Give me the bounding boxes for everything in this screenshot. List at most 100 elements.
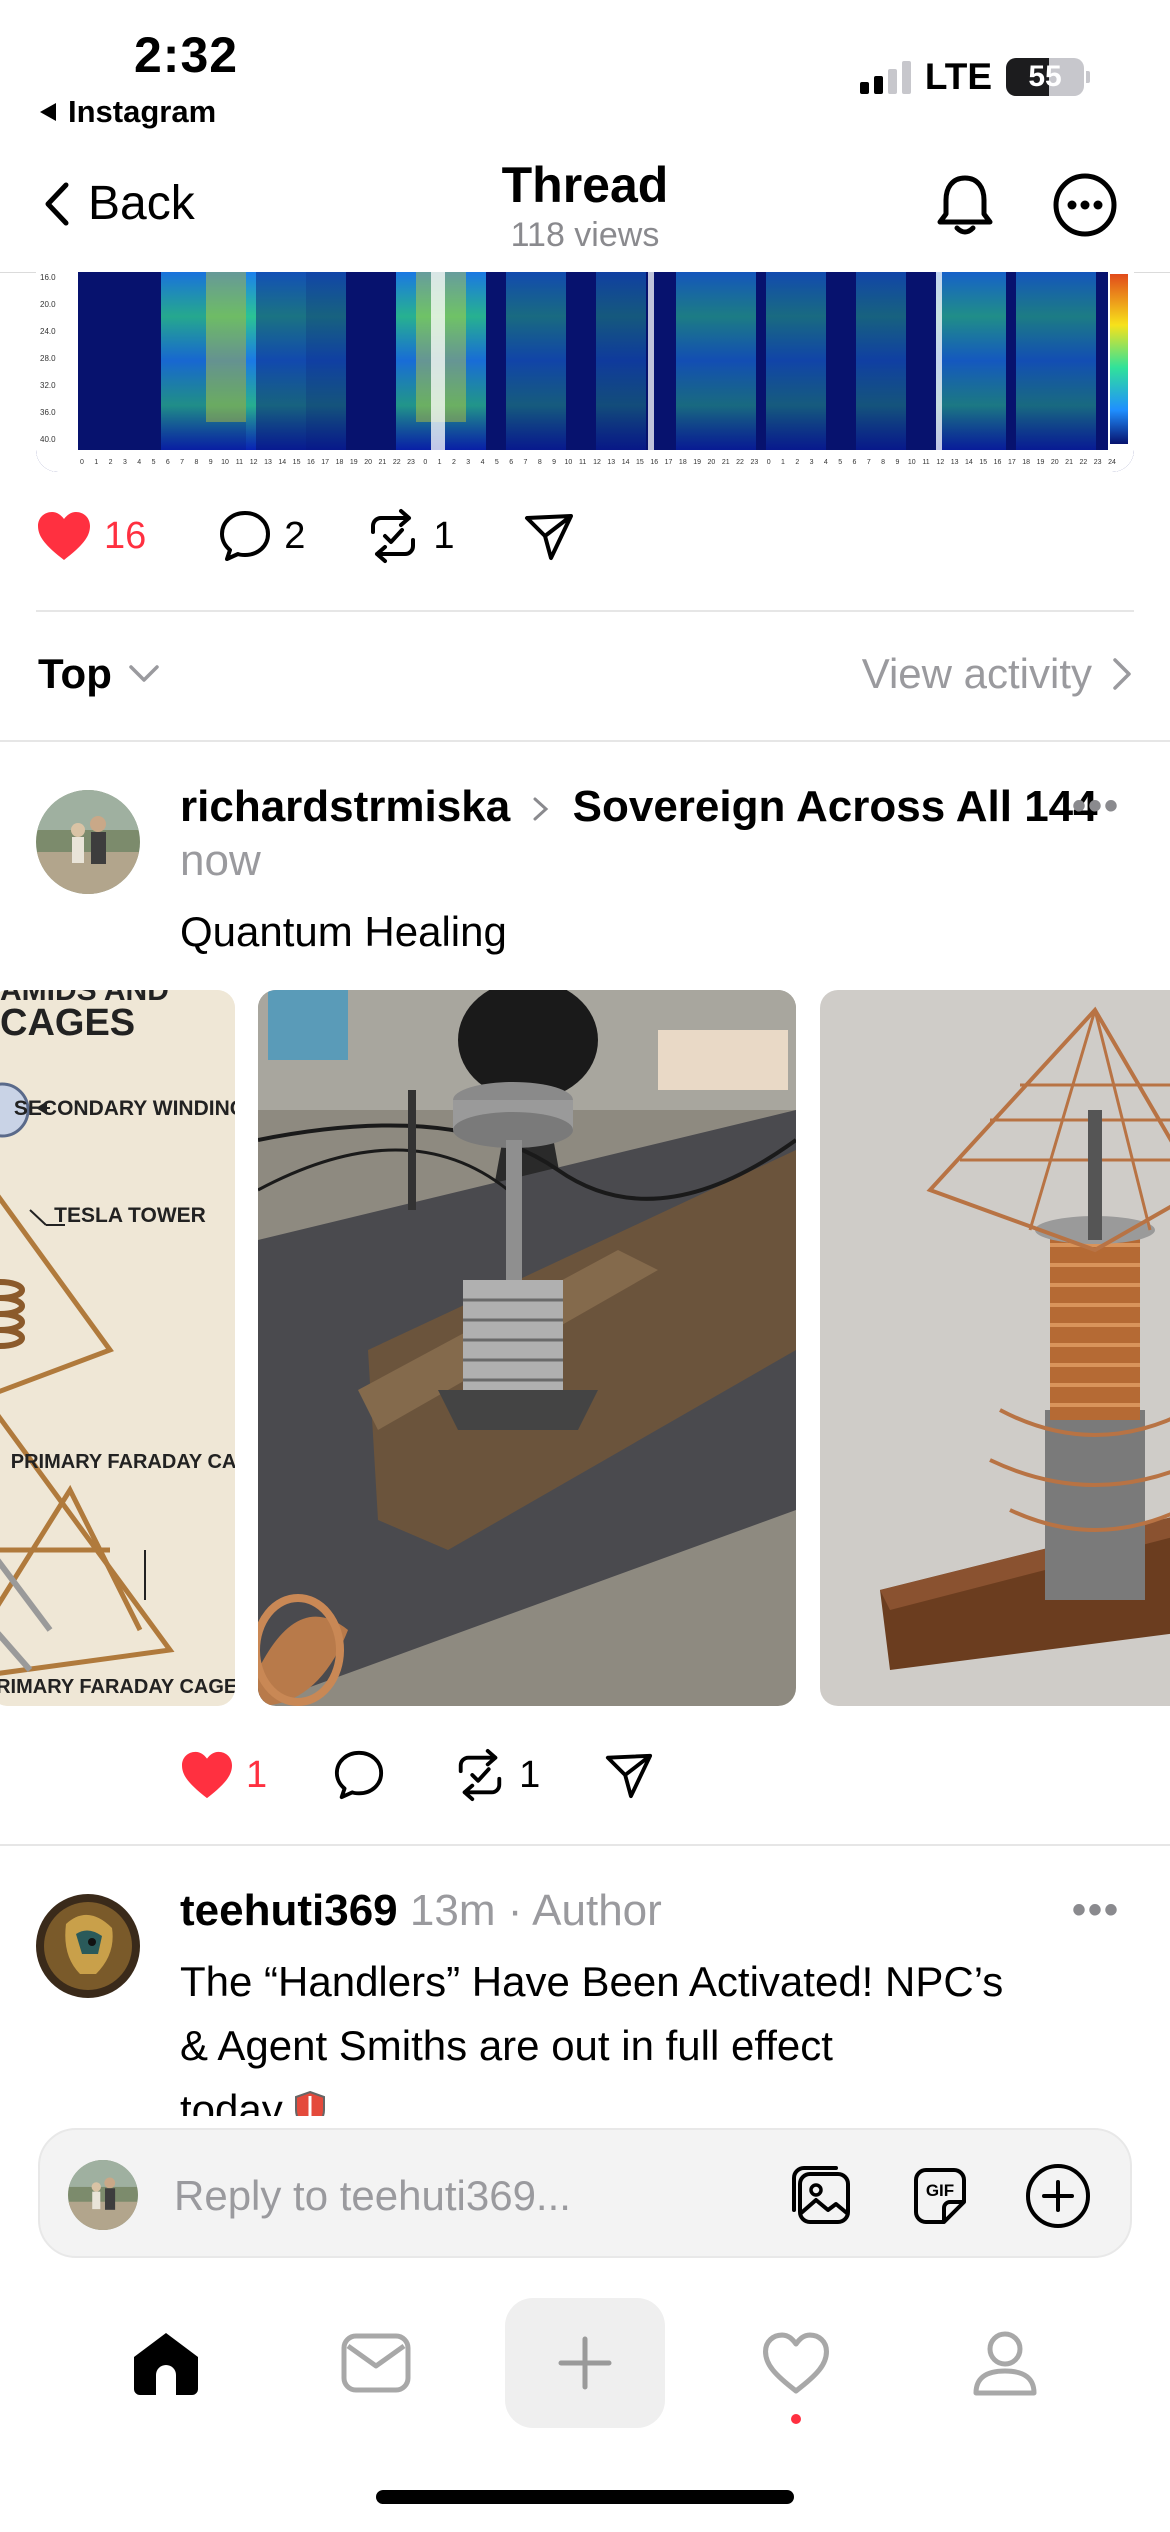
spectrogram-x-tick: 2 [109, 459, 113, 466]
post-text: Quantum Healing [180, 908, 507, 955]
carousel-image-diagram[interactable]: AMIDS AND CAGES SECONDARY WINDING TESLA … [0, 990, 235, 1706]
spectrogram-x-tick: 10 [564, 459, 572, 466]
back-triangle-icon [40, 103, 56, 121]
spectrogram-x-tick: 15 [293, 459, 301, 466]
avatar[interactable] [36, 790, 140, 894]
battery-percent: 55 [1028, 60, 1062, 93]
spectrogram-x-tick: 18 [679, 459, 687, 466]
spectrogram-x-tick: 17 [1008, 459, 1016, 466]
spectrogram-x-tick: 12 [250, 459, 258, 466]
tab-inbox[interactable] [296, 2298, 456, 2428]
share-button[interactable] [523, 510, 575, 562]
spectrogram-x-tick: 24 [1108, 459, 1116, 466]
diagram-title: CAGES [0, 1002, 135, 1044]
spectrogram-x-tick: 5 [495, 459, 499, 466]
spectrogram-x-tick: 18 [1022, 459, 1030, 466]
spectrogram-x-tick: 14 [622, 459, 630, 466]
spectrogram-x-tick: 9 [209, 459, 213, 466]
username[interactable]: richardstrmiska [180, 782, 510, 831]
spectrogram-y-tick: 32.0 [40, 381, 56, 390]
author-tag: Author [532, 1886, 662, 1935]
spectrogram-x-tick: 14 [965, 459, 973, 466]
spectrogram-x-tick: 3 [466, 459, 470, 466]
more-options-icon[interactable]: ••• [1072, 784, 1120, 829]
spectrogram-y-tick: 40.0 [40, 435, 56, 444]
shield-emoji-icon [294, 2090, 325, 2116]
view-activity-link[interactable]: View activity [862, 650, 1132, 698]
reply-input[interactable]: Reply to teehuti369... [174, 2172, 571, 2220]
heart-filled-icon [38, 512, 90, 560]
avatar[interactable] [36, 1894, 140, 1998]
spectrogram-x-tick: 23 [750, 459, 758, 466]
post-image-spectrogram[interactable]: 16.0 20.0 24.0 28.0 32.0 36.0 40.0 01234567891… [36, 272, 1134, 472]
community-name[interactable]: Sovereign Across All 144 [573, 782, 1098, 831]
tab-compose[interactable] [505, 2298, 665, 2428]
spectrogram-x-tick: 14 [278, 459, 286, 466]
spectrogram-x-tick: 12 [593, 459, 601, 466]
reply-composer[interactable]: Reply to teehuti369... GIF [38, 2128, 1132, 2258]
spectrogram-y-tick: 16.0 [40, 273, 56, 282]
spectrogram-x-tick: 1 [94, 459, 98, 466]
sort-dropdown[interactable]: Top [38, 650, 160, 698]
more-options-icon[interactable]: ••• [1072, 1888, 1120, 1933]
network-label: LTE [924, 56, 992, 97]
tab-profile[interactable] [925, 2298, 1085, 2428]
spectrogram-x-tick: 2 [452, 459, 456, 466]
carousel-image-pyramid-coil[interactable] [820, 990, 1170, 1706]
tab-activity[interactable] [716, 2298, 876, 2428]
spectrogram-x-tick: 6 [853, 459, 857, 466]
spectrogram-x-tick: 19 [693, 459, 701, 466]
inbox-icon [341, 2333, 411, 2393]
repost-button[interactable]: 1 [365, 508, 455, 564]
post-text: The “Handlers” Have Been Activated! NPC’… [180, 1950, 1140, 2116]
spectrogram-x-tick: 13 [607, 459, 615, 466]
spectrogram-x-tick: 17 [665, 459, 673, 466]
svg-text:GIF: GIF [926, 2181, 954, 2200]
spectrogram-x-tick: 19 [1037, 459, 1045, 466]
tab-home[interactable] [86, 2298, 246, 2428]
share-button[interactable] [604, 1750, 654, 1800]
carousel-image-coil-photo[interactable] [258, 990, 796, 1706]
label-primary-faraday-cage: PRIMARY FARADAY CAGE [11, 1451, 235, 1473]
spectrogram-x-tick: 22 [1079, 459, 1087, 466]
spectrogram-x-tick: 6 [166, 459, 170, 466]
spectrogram-x-tick: 21 [1065, 459, 1073, 466]
spectrogram-x-tick: 9 [552, 459, 556, 466]
comment-button[interactable] [333, 1749, 385, 1801]
image-picker-icon[interactable] [786, 2160, 858, 2232]
comment-icon [220, 511, 271, 561]
spectrogram-x-tick: 21 [379, 459, 387, 466]
spectrogram-x-tick: 22 [736, 459, 744, 466]
reply-actions: 1 1 [180, 1748, 654, 1802]
like-button[interactable]: 1 [180, 1750, 267, 1800]
repost-button[interactable]: 1 [453, 1748, 540, 1802]
more-options-icon[interactable] [1052, 172, 1118, 238]
spectrogram-x-tick: 20 [364, 459, 372, 466]
bell-icon[interactable] [930, 170, 1000, 240]
spectrogram-x-tick: 12 [936, 459, 944, 466]
spectrogram-x-tick: 7 [867, 459, 871, 466]
section-divider [0, 1844, 1170, 1846]
back-to-app-link[interactable]: Instagram [38, 94, 216, 130]
spectrogram-y-tick: 36.0 [40, 408, 56, 417]
spectrogram-x-tick: 10 [221, 459, 229, 466]
comment-button[interactable]: 2 [218, 509, 305, 563]
reply-header: richardstrmiska Sovereign Across All 144… [180, 780, 1170, 888]
spectrogram-x-tick: 5 [152, 459, 156, 466]
add-icon[interactable] [1022, 2160, 1094, 2232]
like-button[interactable]: 16 [36, 510, 146, 562]
label-secondary-winding: SECONDARY WINDING [14, 1097, 235, 1120]
back-app-label: Instagram [68, 94, 217, 129]
chevron-down-icon [129, 665, 159, 682]
section-divider [36, 610, 1134, 612]
battery-icon: 55 [1006, 58, 1090, 96]
spectrogram-x-tick: 0 [767, 459, 771, 466]
spectrogram-x-tick: 4 [137, 459, 141, 466]
spectrogram-y-tick: 20.0 [40, 300, 56, 309]
username[interactable]: teehuti369 [180, 1886, 398, 1935]
spectrogram-x-tick: 4 [481, 459, 485, 466]
gif-icon[interactable]: GIF [904, 2160, 976, 2232]
spectrogram-x-tick: 11 [236, 459, 243, 466]
timestamp: now [180, 836, 261, 885]
notification-dot [791, 2414, 801, 2424]
